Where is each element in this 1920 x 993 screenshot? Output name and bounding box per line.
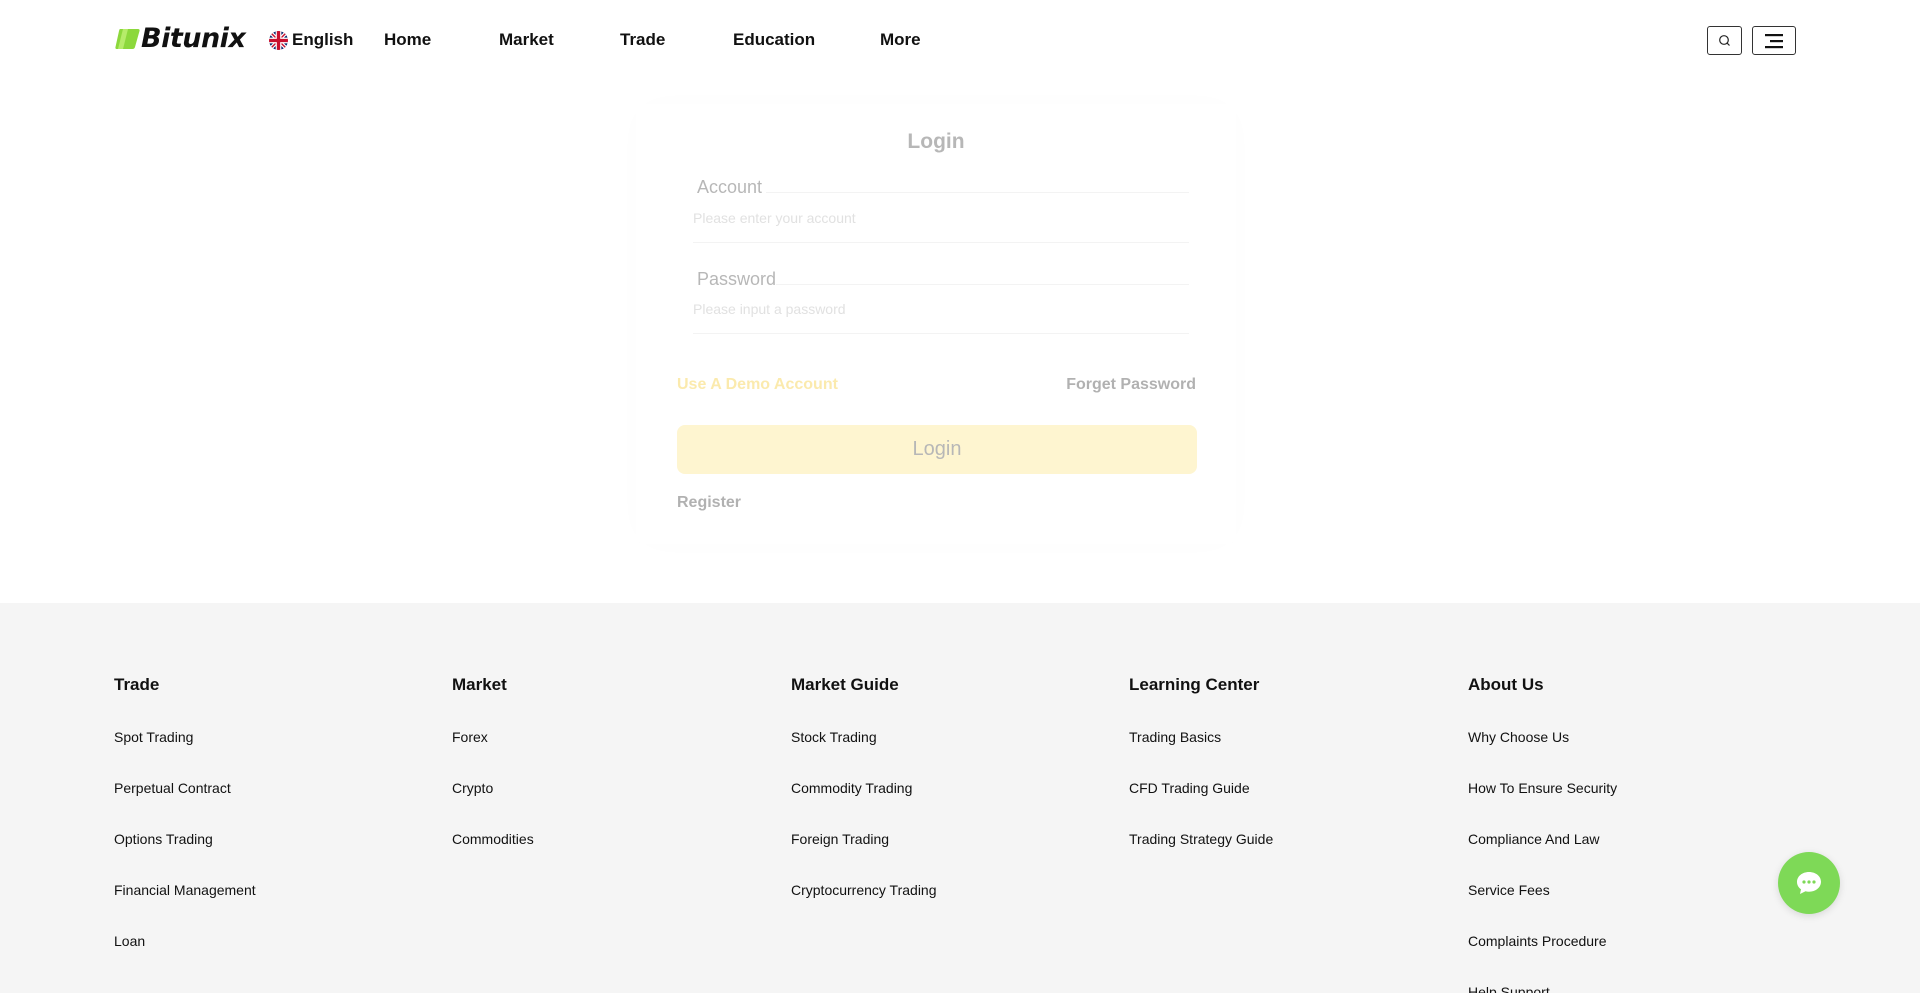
footer-heading: About Us [1468,675,1544,694]
footer-link[interactable]: Service Fees [1468,882,1550,898]
footer-link[interactable]: Trading Basics [1129,729,1221,745]
footer-link[interactable]: CFD Trading Guide [1129,780,1250,796]
chat-support-button[interactable] [1778,852,1840,914]
footer-heading: Market [452,675,507,694]
footer-link[interactable]: How To Ensure Security [1468,780,1617,796]
logo-wordmark: Bitunix [141,23,246,54]
bitunix-logo[interactable]: Bitunix [114,23,246,54]
nav-education[interactable]: Education [733,30,815,50]
nav-home[interactable]: Home [384,30,431,50]
footer-link[interactable]: Commodity Trading [791,780,912,796]
footer-link[interactable]: Options Trading [114,831,213,847]
nav-market[interactable]: Market [499,30,554,50]
footer-link[interactable]: Commodities [452,831,534,847]
footer-heading: Market Guide [791,675,899,694]
password-input[interactable] [693,295,1189,323]
footer-col-market-guide: Market Guide Stock Trading Commodity Tra… [791,675,937,898]
account-label: Account [697,177,763,197]
menu-icon [1765,33,1783,48]
account-underline [693,242,1189,243]
footer-link[interactable]: Perpetual Contract [114,780,231,796]
demo-account-link[interactable]: Use A Demo Account [677,376,838,394]
footer-heading: Trade [114,675,160,694]
footer-link[interactable]: Foreign Trading [791,831,889,847]
top-header: Bitunix English Home Market Trade Educat… [0,0,1920,80]
forget-password-link[interactable]: Forget Password [1066,376,1196,394]
language-label: English [292,30,354,49]
chat-bubble-icon [1797,872,1821,894]
footer-heading: Learning Center [1129,675,1260,694]
password-underline [693,333,1189,334]
search-button[interactable] [1707,26,1742,55]
nav-trade[interactable]: Trade [620,30,665,50]
nav-more[interactable]: More [880,30,921,50]
footer-link[interactable]: Compliance And Law [1468,831,1600,847]
logo-mark-icon [115,29,140,49]
footer-col-learning-center: Learning Center Trading Basics CFD Tradi… [1129,675,1273,847]
menu-button[interactable] [1752,26,1796,55]
footer-col-market: Market Forex Crypto Commodities [452,675,534,847]
footer-link[interactable]: Why Choose Us [1468,729,1569,745]
footer-link[interactable]: Forex [452,729,488,745]
account-input[interactable] [693,204,1189,232]
uk-flag-icon [269,30,288,50]
site-footer: Trade Spot Trading Perpetual Contract Op… [0,603,1920,993]
password-label: Password [697,269,777,289]
footer-link[interactable]: Stock Trading [791,729,877,745]
footer-link[interactable]: Help Support [1468,984,1550,993]
footer-col-trade: Trade Spot Trading Perpetual Contract Op… [114,675,256,949]
footer-link[interactable]: Trading Strategy Guide [1129,831,1273,847]
footer-link[interactable]: Crypto [452,780,493,796]
login-card: Login Account Password Use A Demo Accoun… [636,104,1236,544]
login-button[interactable]: Login [677,425,1197,474]
account-label-divider [766,192,1189,193]
footer-link[interactable]: Spot Trading [114,729,193,745]
language-selector[interactable]: English [269,30,353,50]
register-link[interactable]: Register [677,494,741,512]
password-label-divider [776,284,1189,285]
footer-col-about-us: About Us Why Choose Us How To Ensure Sec… [1468,675,1617,993]
login-title: Login [907,130,965,153]
search-icon [1719,35,1730,46]
footer-link[interactable]: Complaints Procedure [1468,933,1607,949]
footer-link[interactable]: Financial Management [114,882,256,898]
footer-link[interactable]: Loan [114,933,145,949]
footer-link[interactable]: Cryptocurrency Trading [791,882,937,898]
